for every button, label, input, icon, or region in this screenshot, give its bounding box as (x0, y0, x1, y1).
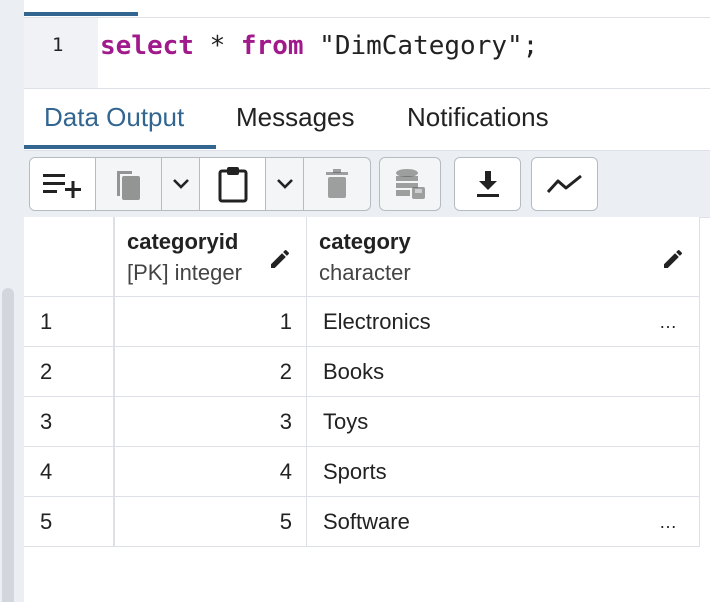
row-number[interactable]: 1 (24, 297, 114, 347)
cell-categoryid[interactable]: 3 (114, 397, 307, 447)
active-tab-indicator (24, 145, 216, 149)
table-row: 2 2 Books (24, 347, 700, 397)
row-number[interactable]: 4 (24, 447, 114, 497)
row-number[interactable]: 3 (24, 397, 114, 447)
table-row: 5 5 Software … (24, 497, 700, 547)
delete-icon (326, 169, 348, 198)
download-button-group (454, 157, 521, 211)
delete-button[interactable] (304, 158, 370, 210)
column-name: category (319, 229, 411, 254)
column-type: [PK] integer (127, 260, 242, 285)
keyword-select: select (100, 31, 194, 61)
sql-editor[interactable]: 1 select * from "DimCategory"; (24, 18, 710, 89)
truncation-ellipsis: … (659, 512, 677, 532)
paste-options-button[interactable] (266, 158, 304, 210)
cell-categoryid[interactable]: 2 (114, 347, 307, 397)
query-tab-indicator (24, 12, 138, 16)
row-number[interactable]: 5 (24, 497, 114, 547)
cell-text: Books (323, 359, 385, 384)
cell-category[interactable]: Books (307, 347, 700, 397)
graph-button-group (531, 157, 598, 211)
row-number-header (24, 217, 114, 297)
chevron-down-icon (172, 179, 189, 189)
column-header-category[interactable]: category character (307, 217, 700, 297)
result-tabs: Data Output Messages Notifications (24, 89, 710, 149)
column-type: character (319, 260, 411, 285)
cell-category[interactable]: Electronics … (307, 297, 700, 347)
cell-category[interactable]: Software … (307, 497, 700, 547)
cell-categoryid[interactable]: 4 (114, 447, 307, 497)
cell-categoryid[interactable]: 1 (114, 297, 307, 347)
line-gutter: 1 (24, 18, 98, 88)
tab-messages[interactable]: Messages (236, 102, 355, 133)
vertical-scrollbar[interactable] (2, 288, 14, 602)
table-row: 1 1 Electronics … (24, 297, 700, 347)
save-data-button[interactable] (380, 158, 440, 210)
copy-button[interactable] (96, 158, 162, 210)
cell-text: Electronics (323, 309, 431, 334)
column-header-categoryid[interactable]: categoryid [PK] integer (114, 217, 307, 297)
keyword-from: from (240, 31, 304, 61)
edit-pencil-icon[interactable] (268, 247, 292, 271)
table-row: 3 3 Toys (24, 397, 700, 447)
copy-options-button[interactable] (162, 158, 200, 210)
tab-data-output[interactable]: Data Output (44, 102, 184, 133)
truncation-ellipsis: … (659, 312, 677, 332)
code-star: * (193, 31, 241, 61)
paste-icon (218, 167, 247, 203)
cell-text: Toys (323, 409, 369, 434)
row-number[interactable]: 2 (24, 347, 114, 397)
edit-button-group (29, 157, 371, 211)
paste-button[interactable] (200, 158, 266, 210)
cell-category[interactable]: Toys (307, 397, 700, 447)
graph-visualiser-button[interactable] (532, 158, 597, 210)
edit-pencil-icon[interactable] (661, 247, 685, 271)
add-row-button[interactable] (30, 158, 96, 210)
add-row-icon (42, 174, 81, 198)
save-data-icon (396, 169, 425, 199)
download-button[interactable] (455, 158, 520, 210)
code-line[interactable]: select * from "DimCategory"; (100, 31, 538, 61)
cell-category[interactable]: Sports (307, 447, 700, 497)
download-icon (476, 171, 499, 197)
table-row: 4 4 Sports (24, 447, 700, 497)
code-table-name: "DimCategory"; (303, 31, 539, 61)
cell-text: Software (323, 509, 410, 534)
copy-icon (116, 171, 140, 200)
cell-text: Sports (323, 459, 387, 484)
save-button-group (379, 157, 441, 211)
data-toolbar (24, 150, 710, 218)
graph-visualiser-icon (546, 174, 582, 194)
column-name: categoryid (127, 229, 239, 254)
tab-notifications[interactable]: Notifications (407, 102, 549, 133)
left-panel-strip (0, 0, 24, 602)
line-number: 1 (52, 34, 64, 56)
cell-categoryid[interactable]: 5 (114, 497, 307, 547)
chevron-down-icon (276, 179, 293, 189)
